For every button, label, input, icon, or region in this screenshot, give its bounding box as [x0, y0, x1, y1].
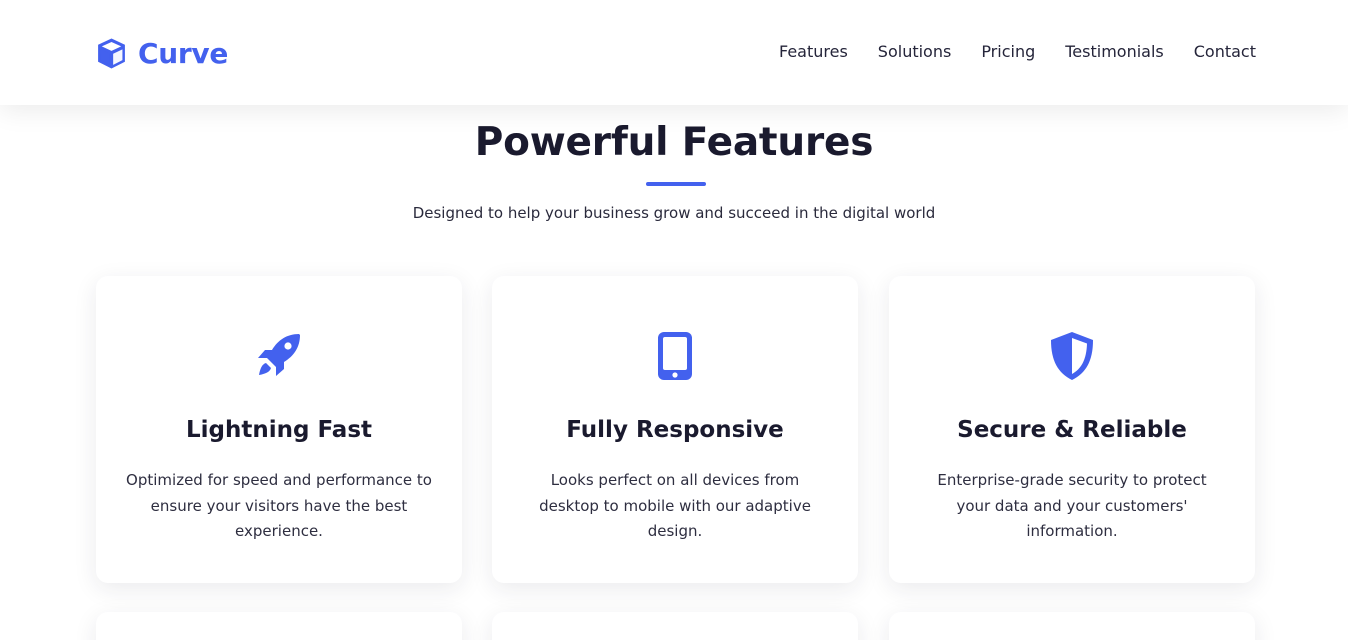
feature-card — [96, 612, 462, 640]
feature-title: Fully Responsive — [566, 417, 784, 443]
feature-description: Looks perfect on all devices from deskto… — [539, 471, 811, 540]
main-nav: Features Solutions Pricing Testimonials … — [779, 41, 1256, 63]
nav-link-features[interactable]: Features — [779, 41, 848, 63]
feature-card — [889, 612, 1255, 640]
feature-card-fully-responsive: Fully Responsive Looks perfect on all de… — [492, 276, 858, 583]
section-title: Powerful Features — [474, 120, 874, 165]
rocket-icon — [96, 331, 462, 381]
feature-title: Secure & Reliable — [957, 417, 1187, 443]
cube-icon — [95, 37, 128, 70]
feature-card-secure-reliable: Secure & Reliable Enterprise-grade secur… — [889, 276, 1255, 583]
section-subtitle: Designed to help your business grow and … — [412, 204, 936, 222]
brand-logo[interactable]: Curve — [95, 36, 228, 70]
feature-description: Enterprise-grade security to protect you… — [937, 471, 1207, 540]
shield-icon — [889, 331, 1255, 381]
nav-link-solutions[interactable]: Solutions — [878, 41, 952, 63]
feature-card-lightning-fast: Lightning Fast Optimized for speed and p… — [96, 276, 462, 583]
site-header: Curve Features Solutions Pricing Testimo… — [0, 0, 1348, 105]
feature-card — [492, 612, 858, 640]
feature-title: Lightning Fast — [185, 417, 373, 443]
feature-description: Optimized for speed and performance to e… — [126, 471, 432, 540]
brand-name: Curve — [138, 36, 229, 70]
nav-link-testimonials[interactable]: Testimonials — [1065, 41, 1164, 63]
nav-link-pricing[interactable]: Pricing — [981, 41, 1035, 63]
title-underline — [646, 182, 706, 186]
mobile-icon — [492, 331, 858, 381]
nav-link-contact[interactable]: Contact — [1194, 41, 1256, 63]
